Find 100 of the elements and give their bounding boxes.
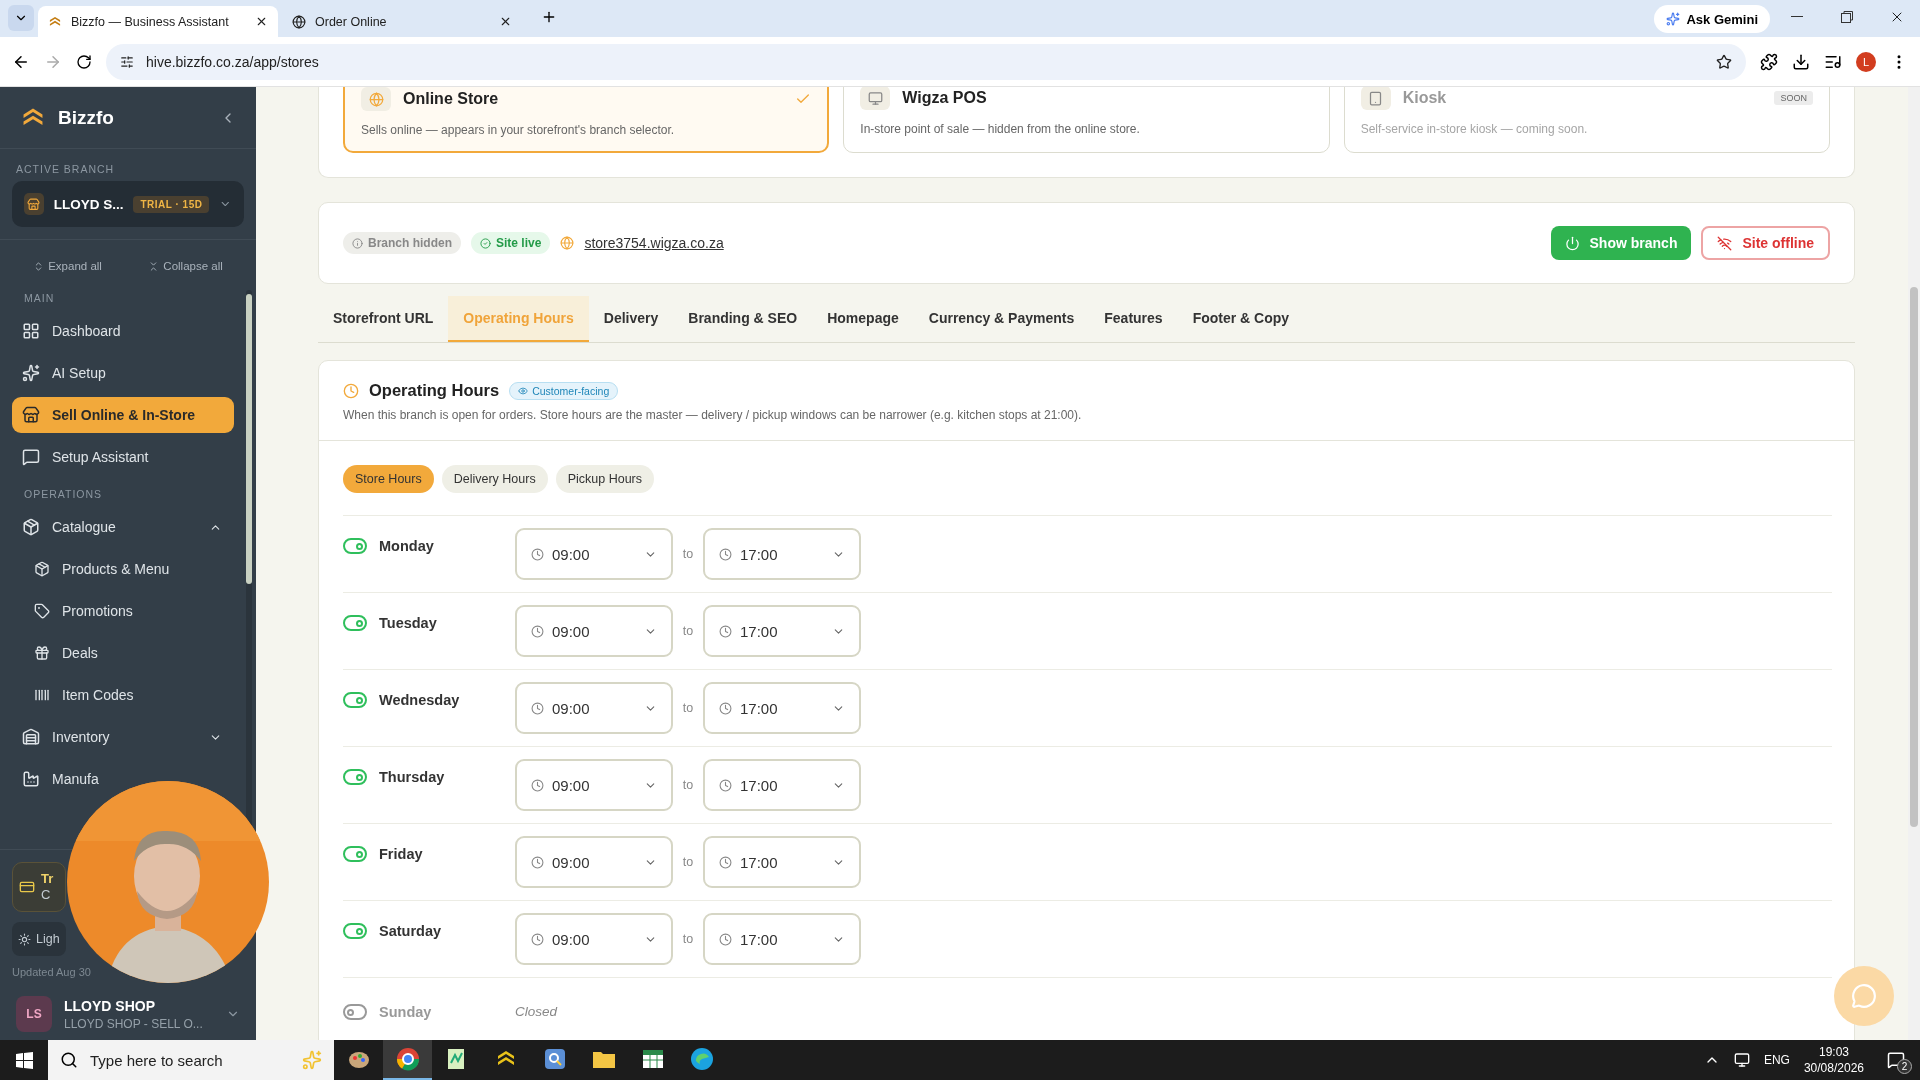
site-offline-button[interactable]: Site offline — [1701, 226, 1830, 260]
nav-item[interactable]: Sell Online & In-Store — [12, 397, 234, 433]
globe-icon — [292, 14, 306, 29]
status-chip: Branch hidden — [343, 232, 461, 254]
settings-tab[interactable]: Homepage — [812, 296, 914, 342]
branch-selector[interactable]: LLOYD S... TRIAL · 15D — [12, 181, 244, 227]
time-select[interactable]: 17:00 — [703, 913, 861, 965]
channel-card[interactable]: Wigza POS In-store point of sale — hidden from the online store. — [843, 87, 1330, 153]
nav-section-label: OPERATIONS — [23, 487, 104, 502]
address-bar[interactable]: hive.bizzfo.co.za/app/stores — [106, 43, 1746, 80]
tab-list-button[interactable] — [8, 5, 34, 31]
time-select[interactable]: 17:00 — [703, 682, 861, 734]
nav-item[interactable]: Item Codes — [12, 677, 234, 713]
user-name: LLOYD SHOP — [64, 997, 156, 1014]
clock-icon — [719, 778, 732, 792]
channel-card[interactable]: Online Store Sells online — appears in your storefront's branch selector. — [343, 87, 830, 153]
download-icon[interactable] — [1792, 52, 1810, 71]
bookmark-star-icon[interactable] — [1716, 53, 1732, 70]
theme-button[interactable]: Ligh — [12, 922, 66, 956]
language-indicator[interactable]: ENG — [1763, 1053, 1790, 1067]
settings-tab[interactable]: Features — [1089, 296, 1178, 342]
scrollbar-thumb[interactable] — [1910, 287, 1918, 827]
clock-icon — [531, 855, 544, 869]
time-select[interactable]: 09:00 — [515, 913, 673, 965]
close-icon[interactable] — [499, 15, 512, 28]
profile-avatar[interactable]: L — [1856, 51, 1876, 72]
browser-tab[interactable]: Bizzfo — Business Assistant — [38, 6, 278, 37]
trial-title: Tr — [41, 871, 54, 887]
nav-item[interactable]: Catalogue — [12, 509, 234, 545]
settings-tab[interactable]: Footer & Copy — [1177, 296, 1305, 342]
nav-item[interactable]: Manufa — [12, 769, 99, 789]
browser-icon — [395, 1047, 420, 1071]
expand-all-button[interactable]: Expand all — [31, 258, 104, 274]
store-link[interactable]: store3754.wigza.co.za — [584, 235, 724, 251]
close-icon[interactable] — [255, 15, 268, 28]
day-name: Sunday — [378, 1004, 433, 1020]
nav-item[interactable]: Dashboard — [12, 313, 234, 349]
time-select[interactable]: 09:00 — [515, 605, 673, 657]
notification-count: 2 — [1897, 1059, 1912, 1074]
day-toggle[interactable] — [343, 692, 367, 708]
grid-icon — [22, 322, 40, 340]
day-toggle[interactable] — [343, 846, 367, 862]
notifications-button[interactable]: 2 — [1878, 1042, 1914, 1078]
nav-item[interactable]: Deals — [12, 635, 234, 671]
settings-tab[interactable]: Currency & Payments — [913, 296, 1090, 342]
day-toggle[interactable] — [343, 769, 367, 785]
nav-item[interactable]: Promotions — [12, 593, 234, 629]
nav-item[interactable]: Setup Assistant — [12, 439, 234, 475]
time-select[interactable]: 17:00 — [703, 836, 861, 888]
settings-tab[interactable]: Branding & SEO — [673, 296, 813, 342]
user-avatar: LS — [16, 996, 52, 1032]
time-select[interactable]: 09:00 — [515, 528, 673, 580]
reload-icon[interactable] — [76, 53, 92, 70]
to-label: to — [681, 855, 695, 869]
sparkle-icon — [1666, 12, 1681, 26]
restore-icon — [1841, 11, 1853, 23]
clock-icon — [531, 778, 544, 792]
nav-item[interactable]: AI Setup — [12, 355, 234, 391]
gemini-button[interactable]: Ask Gemini — [1654, 5, 1770, 33]
sparkle-icon — [22, 364, 40, 382]
clock-icon — [719, 547, 732, 561]
swirl-icon — [689, 1047, 714, 1071]
time-select[interactable]: 09:00 — [515, 836, 673, 888]
taskbar-app[interactable] — [383, 1040, 432, 1080]
time-select[interactable]: 17:00 — [703, 528, 861, 580]
clock-icon — [531, 701, 544, 715]
day-toggle[interactable] — [343, 923, 367, 939]
globe-icon — [361, 87, 391, 111]
hours-tab[interactable]: Delivery Hours — [441, 465, 548, 493]
nav-item[interactable]: Inventory — [12, 719, 234, 755]
extensions-icon[interactable] — [1760, 52, 1778, 71]
collapse-all-button[interactable]: Collapse all — [146, 258, 225, 274]
trial-card[interactable]: Tr C — [12, 862, 66, 912]
tag-icon — [34, 603, 50, 619]
monitor-icon — [860, 87, 891, 110]
time-select[interactable]: 09:00 — [515, 759, 673, 811]
hours-tab[interactable]: Pickup Hours — [555, 465, 654, 493]
settings-tab[interactable]: Storefront URL — [318, 296, 449, 342]
warehouse-icon — [22, 728, 40, 746]
browser-tab[interactable]: Order Online — [282, 6, 522, 37]
to-label: to — [681, 932, 695, 946]
nav-section-label: MAIN — [23, 291, 56, 306]
day-name: Monday — [378, 538, 435, 554]
network-icon[interactable] — [1733, 1052, 1750, 1068]
taskbar-search[interactable]: Type here to search — [48, 1040, 334, 1080]
hours-tab[interactable]: Store Hours — [343, 465, 434, 493]
scrollbar-thumb[interactable] — [246, 294, 252, 584]
windows-icon — [15, 1051, 33, 1069]
time-select[interactable]: 09:00 — [515, 682, 673, 734]
settings-tab[interactable]: Delivery — [588, 296, 674, 342]
time-select[interactable]: 17:00 — [703, 759, 861, 811]
nav-item[interactable]: Products & Menu — [12, 551, 234, 587]
search-field[interactable]: Type here to search — [88, 1050, 292, 1070]
time-select[interactable]: 17:00 — [703, 605, 861, 657]
store-icon — [24, 193, 44, 215]
day-toggle[interactable] — [343, 538, 367, 554]
chat-bubble-icon — [1851, 983, 1877, 1009]
site-settings-icon[interactable] — [120, 54, 134, 69]
day-toggle[interactable] — [343, 615, 367, 631]
day-toggle[interactable] — [343, 1004, 367, 1020]
